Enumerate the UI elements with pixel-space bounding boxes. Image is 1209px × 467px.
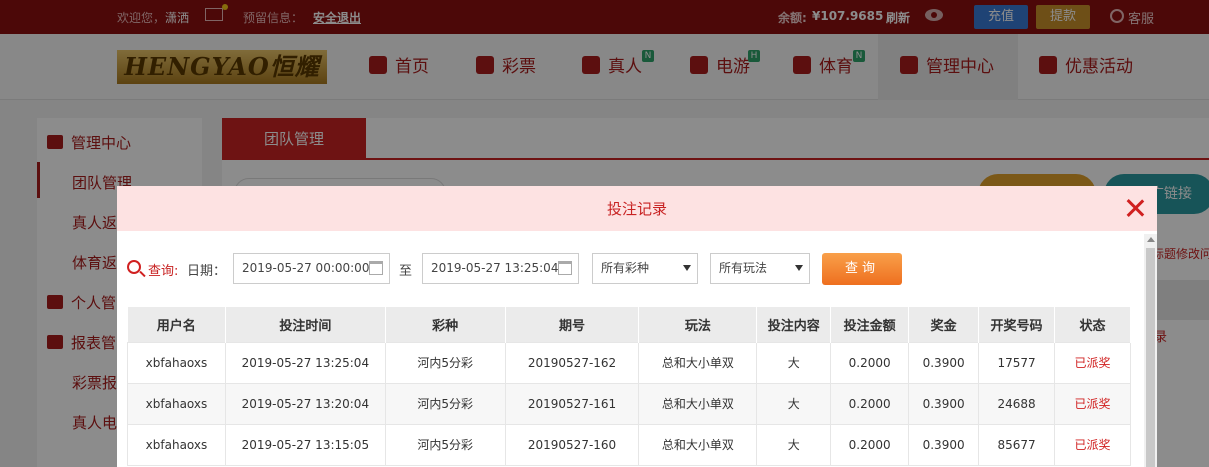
cell-draw-number: 85677 xyxy=(978,423,1056,466)
cell-status: 已派奖 xyxy=(1054,341,1131,384)
table-header-row: 用户名 投注时间 彩种 期号 玩法 投注内容 投注金额 奖金 开奖号码 状态 xyxy=(127,307,1131,342)
play-type-select[interactable]: 所有玩法 xyxy=(710,253,810,284)
cell-lottery: 河内5分彩 xyxy=(384,341,506,384)
col-prize: 奖金 xyxy=(908,307,980,342)
cell-amount: 0.2000 xyxy=(830,341,910,384)
cell-lottery: 河内5分彩 xyxy=(384,382,506,425)
end-date-input[interactable]: 2019-05-27 13:25:04 xyxy=(422,253,579,284)
modal-backdrop-top xyxy=(0,0,1209,100)
cell-prize: 0.3900 xyxy=(908,423,980,466)
cell-content: 大 xyxy=(756,382,832,425)
lottery-type-select[interactable]: 所有彩种 xyxy=(592,253,698,284)
cell-prize: 0.3900 xyxy=(908,341,980,384)
cell-amount: 0.2000 xyxy=(830,423,910,466)
date-label: 日期： xyxy=(187,264,227,279)
cell-status: 已派奖 xyxy=(1054,423,1131,466)
col-amount: 投注金额 xyxy=(830,307,910,342)
cell-draw-number: 24688 xyxy=(978,382,1056,425)
cell-draw-number: 17577 xyxy=(978,341,1056,384)
cell-amount: 0.2000 xyxy=(830,382,910,425)
cell-bet-time: 2019-05-27 13:25:04 xyxy=(224,341,386,384)
cell-prize: 0.3900 xyxy=(908,382,980,425)
start-date-input[interactable]: 2019-05-27 00:00:00 xyxy=(233,253,390,284)
select-value: 所有彩种 xyxy=(601,261,650,275)
cell-username: xbfahaoxs xyxy=(127,341,226,384)
col-play: 玩法 xyxy=(638,307,758,342)
cell-play: 总和大小单双 xyxy=(638,341,758,384)
cell-issue: 20190527-162 xyxy=(504,341,640,384)
cell-issue: 20190527-161 xyxy=(504,382,640,425)
cell-content: 大 xyxy=(756,341,832,384)
start-date-value: 2019-05-27 00:00:00 xyxy=(242,261,370,275)
cell-lottery: 河内5分彩 xyxy=(384,423,506,466)
cell-username: xbfahaoxs xyxy=(127,382,226,425)
cell-content: 大 xyxy=(756,423,832,466)
query-button[interactable]: 查询 xyxy=(822,253,902,285)
table-row[interactable]: xbfahaoxs 2019-05-27 13:15:05 河内5分彩 2019… xyxy=(127,423,1131,466)
calendar-icon[interactable] xyxy=(558,261,572,275)
calendar-icon[interactable] xyxy=(369,261,383,275)
cell-bet-time: 2019-05-27 13:20:04 xyxy=(224,382,386,425)
col-bet-time: 投注时间 xyxy=(225,307,386,342)
col-draw-number: 开奖号码 xyxy=(978,307,1056,342)
cell-issue: 20190527-160 xyxy=(504,423,640,466)
table-row[interactable]: xbfahaoxs 2019-05-27 13:25:04 河内5分彩 2019… xyxy=(127,341,1131,384)
cell-username: xbfahaoxs xyxy=(127,423,226,466)
bet-records-modal: 投注记录 查询: 日期： 2019-05-27 00:00:00 至 2019-… xyxy=(117,186,1157,467)
table-row[interactable]: xbfahaoxs 2019-05-27 13:20:04 河内5分彩 2019… xyxy=(127,382,1131,425)
modal-title: 投注记录 xyxy=(606,200,667,218)
end-date-value: 2019-05-27 13:25:04 xyxy=(431,261,559,275)
cell-play: 总和大小单双 xyxy=(638,382,758,425)
to-label: 至 xyxy=(399,264,413,279)
col-lottery: 彩种 xyxy=(385,307,506,342)
search-icon xyxy=(127,260,141,274)
cell-status: 已派奖 xyxy=(1054,382,1131,425)
close-icon[interactable] xyxy=(1125,198,1145,218)
chevron-down-icon xyxy=(683,265,691,271)
cell-play: 总和大小单双 xyxy=(638,423,758,466)
chevron-down-icon xyxy=(795,265,803,271)
select-value: 所有玩法 xyxy=(719,261,768,275)
col-content: 投注内容 xyxy=(756,307,832,342)
col-issue: 期号 xyxy=(505,307,640,342)
cell-bet-time: 2019-05-27 13:15:05 xyxy=(224,423,386,466)
scrollbar-thumb[interactable] xyxy=(1146,248,1155,467)
query-label: 查询: xyxy=(148,264,179,279)
col-username: 用户名 xyxy=(127,307,226,342)
scroll-up-icon[interactable] xyxy=(1147,237,1155,242)
scrollbar[interactable] xyxy=(1144,234,1157,467)
col-status: 状态 xyxy=(1054,307,1131,342)
bet-records-table: 用户名 投注时间 彩种 期号 玩法 投注内容 投注金额 奖金 开奖号码 状态 x… xyxy=(127,307,1131,466)
